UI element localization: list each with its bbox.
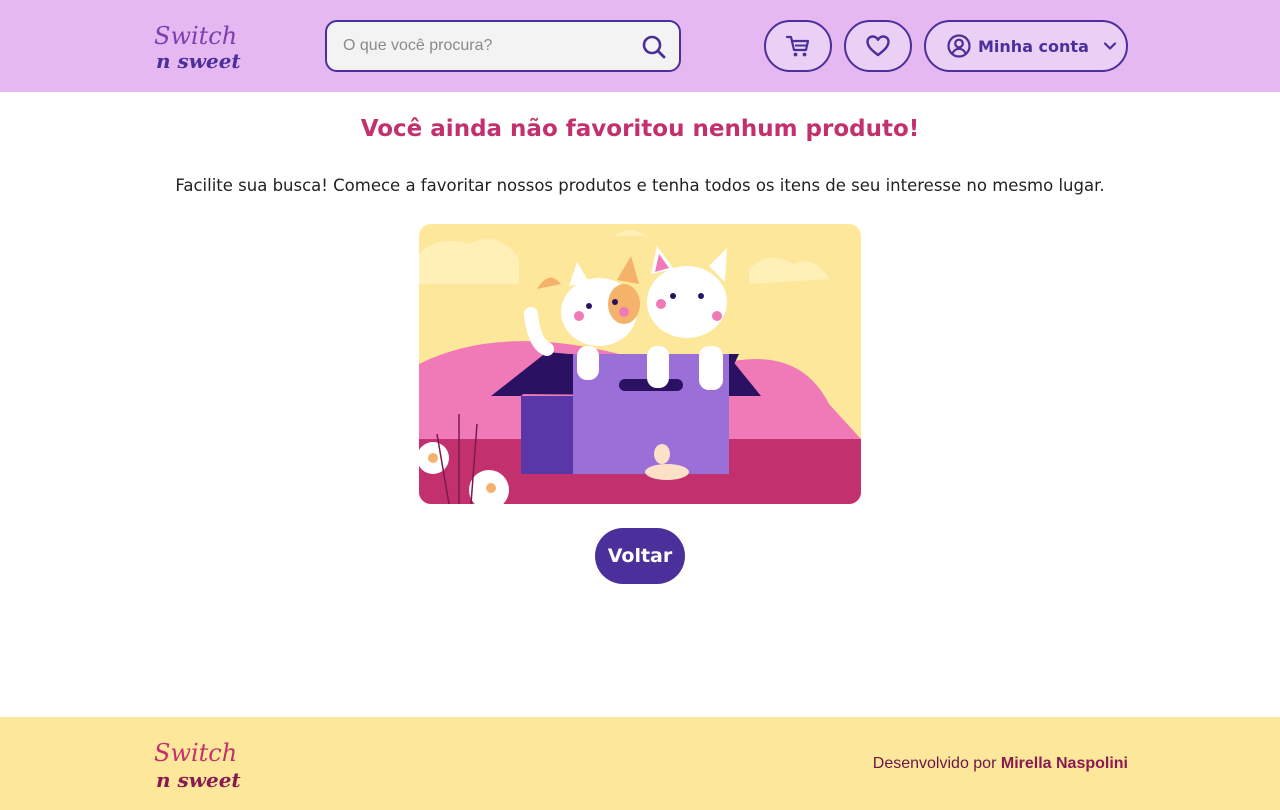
- search-input[interactable]: [343, 34, 633, 58]
- credit-prefix: Desenvolvido por: [872, 755, 997, 772]
- developer-credit: Desenvolvido por Mirella Naspolini: [873, 755, 1128, 773]
- svg-text:Switch: Switch: [154, 739, 237, 767]
- footer-logo[interactable]: Switch n sweet: [150, 735, 246, 793]
- cart-button[interactable]: [764, 20, 832, 72]
- page-title: Você ainda não favoritou nenhum produto!: [360, 116, 920, 142]
- cats-in-box-illustration: [419, 224, 861, 504]
- favorites-button[interactable]: [844, 20, 912, 72]
- search-icon[interactable]: [641, 34, 667, 60]
- site-footer: Switch n sweet Desenvolvido por Mirella …: [0, 717, 1280, 810]
- svg-text:Switch: Switch: [154, 22, 237, 50]
- chevron-down-icon: [1103, 42, 1116, 50]
- page-subtitle: Facilite sua busca! Comece a favoritar n…: [175, 176, 1105, 195]
- svg-text:n sweet: n sweet: [156, 49, 241, 73]
- search-bar: [325, 20, 681, 72]
- user-circle-icon: [947, 34, 971, 58]
- svg-text:n sweet: n sweet: [156, 768, 241, 792]
- back-button[interactable]: Voltar: [595, 528, 685, 584]
- cart-icon: [785, 35, 810, 57]
- heart-icon: [866, 35, 890, 57]
- header-logo[interactable]: Switch n sweet: [150, 18, 242, 76]
- account-label: Minha conta: [978, 36, 1089, 56]
- site-header: Switch n sweet Minha conta: [0, 0, 1280, 92]
- account-menu-button[interactable]: Minha conta: [924, 20, 1128, 72]
- credit-author-link[interactable]: Mirella Naspolini: [1001, 755, 1128, 772]
